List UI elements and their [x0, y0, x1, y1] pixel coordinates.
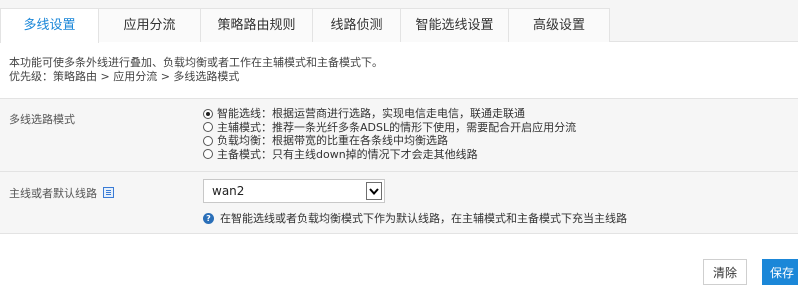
mode-radio-group: 智能选线：根据运营商进行选路，实现电信走电信，联通走联通 主辅模式：推荐一条光纤…	[203, 107, 576, 161]
description-text: 本功能可使多条外线进行叠加、负载均衡或者工作在主辅模式和主备模式下。	[9, 56, 383, 69]
mode-option-load-balance[interactable]: 负载均衡：根据带宽的比重在各条线中均衡选路	[203, 134, 576, 148]
default-line-label-row: 主线或者默认线路	[9, 185, 114, 201]
mode-option-label: 智能选线：根据运营商进行选路，实现电信走电信，联通走联通	[217, 107, 525, 120]
mode-option-smart[interactable]: 智能选线：根据运营商进行选路，实现电信走电信，联通走联通	[203, 107, 576, 121]
default-line-hint: ? 在智能选线或者负载均衡模式下作为默认线路，在主辅模式和主备模式下充当主线路	[203, 210, 627, 226]
chevron-down-icon[interactable]	[366, 182, 382, 200]
tab-smart-selection[interactable]: 智能选线设置	[400, 8, 509, 42]
radio-button[interactable]	[203, 135, 213, 146]
radio-button[interactable]	[203, 122, 213, 133]
description: 本功能可使多条外线进行叠加、负载均衡或者工作在主辅模式和主备模式下。 优先级：策…	[9, 56, 383, 84]
mode-option-primary-auxiliary[interactable]: 主辅模式：推荐一条光纤多条ADSL的情形下使用，需要配合开启应用分流	[203, 121, 576, 135]
tab-policy-routing[interactable]: 策略路由规则	[200, 8, 313, 42]
default-line-select[interactable]: wan2	[203, 179, 385, 203]
tab-list: 多线设置 应用分流 策略路由规则 线路侦测 智能选线设置 高级设置	[0, 8, 610, 43]
tab-advanced[interactable]: 高级设置	[508, 8, 610, 42]
hint-text: 在智能选线或者负载均衡模式下作为默认线路，在主辅模式和主备模式下充当主线路	[220, 212, 627, 225]
radio-button[interactable]	[203, 149, 213, 160]
tab-bar: 多线设置 应用分流 策略路由规则 线路侦测 智能选线设置 高级设置	[0, 0, 798, 43]
default-line-label: 主线或者默认线路	[9, 187, 97, 200]
mode-option-label: 主备模式：只有主线down掉的情况下才会走其他线路	[217, 147, 478, 161]
mode-label: 多线选路模式	[9, 113, 75, 126]
clear-button[interactable]: 清除	[703, 259, 747, 285]
tab-multiline-settings[interactable]: 多线设置	[0, 8, 99, 43]
row-divider	[0, 171, 798, 172]
default-line-value: wan2	[212, 184, 245, 198]
mode-option-label: 负载均衡：根据带宽的比重在各条线中均衡选路	[217, 134, 448, 147]
note-icon[interactable]	[102, 187, 114, 198]
mode-option-label: 主辅模式：推荐一条光纤多条ADSL的情形下使用，需要配合开启应用分流	[217, 120, 577, 134]
help-icon: ?	[203, 212, 214, 224]
mode-option-primary-backup[interactable]: 主备模式：只有主线down掉的情况下才会走其他线路	[203, 148, 576, 162]
save-button[interactable]: 保存	[762, 259, 798, 285]
priority-text: 优先级：策略路由 > 应用分流 > 多线选路模式	[9, 70, 240, 83]
tab-line-detection[interactable]: 线路侦测	[312, 8, 401, 42]
radio-button[interactable]	[203, 108, 213, 119]
tab-app-split[interactable]: 应用分流	[98, 8, 201, 42]
